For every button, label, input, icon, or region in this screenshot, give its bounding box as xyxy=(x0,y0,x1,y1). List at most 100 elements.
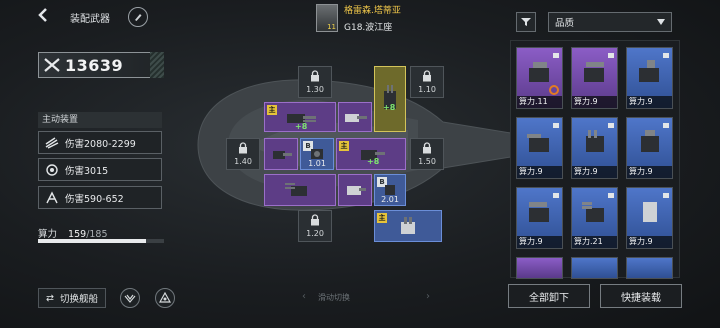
upgrade-plus: +8 xyxy=(383,103,396,112)
page-title: 装配武器 xyxy=(70,13,110,25)
card-label: 算力.9 xyxy=(627,166,672,178)
cannon-icon xyxy=(641,130,659,152)
inventory-card[interactable]: 算力.9 xyxy=(571,47,618,109)
slot-value: 1.50 xyxy=(418,157,436,166)
lock-icon xyxy=(607,120,615,128)
weapon-slot-main-center[interactable]: 主 +8 xyxy=(336,138,406,170)
quality-dropdown[interactable]: 品质 xyxy=(548,12,672,32)
upgrade-badge-icon xyxy=(549,85,559,95)
inventory-card-partial[interactable] xyxy=(516,257,563,279)
filter-icon xyxy=(521,18,531,26)
cannon-icon xyxy=(529,62,549,82)
weapon-slot[interactable] xyxy=(264,174,336,206)
cannon-icon xyxy=(529,202,549,222)
commander-name: 格雷森.塔蒂亚 xyxy=(344,5,401,16)
turret-icon xyxy=(345,114,367,122)
inventory-card-partial[interactable] xyxy=(626,257,673,279)
inventory-card-partial[interactable] xyxy=(571,257,618,279)
drone-icon xyxy=(45,190,59,205)
fleet-mode-button[interactable] xyxy=(155,288,175,308)
inventory-card[interactable]: 算力.9 xyxy=(516,117,563,179)
active-device-1[interactable]: 伤害2080-2299 xyxy=(38,131,162,154)
inventory-card[interactable]: 算力.9 xyxy=(516,187,563,249)
card-label: 算力.9 xyxy=(627,96,672,108)
pencil-icon xyxy=(135,14,142,21)
weapon-slot[interactable] xyxy=(264,138,298,170)
turret-icon xyxy=(273,151,292,159)
gear-icon xyxy=(45,163,59,177)
card-label: 算力.11 xyxy=(517,96,562,108)
ship-mode-button[interactable] xyxy=(120,288,140,308)
inventory-card[interactable]: 算力.11 xyxy=(516,47,563,109)
commander-level: 11 xyxy=(327,22,336,31)
card-label: 算力.9 xyxy=(517,236,562,248)
active-device-3-text: 伤害590-652 xyxy=(65,193,124,205)
card-label: 算力.21 xyxy=(572,236,617,248)
cannon-icon xyxy=(527,134,549,152)
commander-info[interactable]: 11 格雷森.塔蒂亚 G18.波江座 xyxy=(316,0,494,35)
main-tag: 主 xyxy=(339,141,349,151)
active-device-3[interactable]: 伤害590-652 xyxy=(38,186,162,209)
locked-slot[interactable]: 1.20 xyxy=(298,210,332,242)
rename-button[interactable] xyxy=(128,7,148,27)
inventory-card[interactable]: 算力.9 xyxy=(626,47,673,109)
inventory-card[interactable]: 算力.9 xyxy=(571,117,618,179)
header-bar: 装配武器 xyxy=(34,6,148,28)
lock-icon xyxy=(311,70,319,82)
filter-button[interactable] xyxy=(516,12,536,32)
lock-icon xyxy=(662,190,670,198)
inventory-grid: 算力.11 算力.9 算力.9 算力.9 算力.9 算力.9 算力.9 算力.2… xyxy=(510,40,680,279)
card-label: 算力.9 xyxy=(517,166,562,178)
inventory-card[interactable]: 算力.9 xyxy=(626,117,673,179)
slot-value: 1.01 xyxy=(308,159,326,168)
card-label: 算力.9 xyxy=(572,96,617,108)
capacity-bar-fill xyxy=(38,239,147,243)
locked-slot[interactable]: 1.40 xyxy=(226,138,260,170)
switch-ship-label: 切换舰船 xyxy=(59,294,98,305)
back-button[interactable] xyxy=(34,8,52,26)
power-stripe-decor xyxy=(150,52,164,78)
weapon-slot[interactable] xyxy=(338,102,372,132)
lock-icon xyxy=(552,50,560,58)
lock-icon xyxy=(423,70,431,82)
card-label: 算力.9 xyxy=(572,166,617,178)
switch-ship-button[interactable]: ⇄ 切换舰船 xyxy=(38,288,106,308)
weapon-slot-selected[interactable]: +8 xyxy=(374,66,406,132)
cannon-icon xyxy=(586,130,604,152)
commander-location: G18.波江座 xyxy=(344,22,393,33)
lock-icon xyxy=(607,50,615,58)
inventory-card[interactable]: 算力.9 xyxy=(626,187,673,249)
swipe-hint: 滑动切换 xyxy=(318,293,350,302)
cannon-icon xyxy=(639,60,659,82)
weapon-slot-b[interactable]: B 2.01 xyxy=(374,174,406,206)
weapon-slot-b[interactable]: B 1.01 xyxy=(300,138,334,170)
active-device-2-text: 伤害3015 xyxy=(65,165,109,177)
cannon-icon xyxy=(643,202,657,222)
quality-label: 品质 xyxy=(555,18,575,29)
combat-power-value: 13639 xyxy=(65,55,124,75)
unload-all-button[interactable]: 全部卸下 xyxy=(508,284,590,308)
slot-value: 1.20 xyxy=(306,229,324,238)
slot-value: 1.10 xyxy=(418,85,436,94)
card-label: 算力.9 xyxy=(627,236,672,248)
quick-equip-button[interactable]: 快捷装载 xyxy=(600,284,682,308)
lock-icon xyxy=(423,142,431,154)
weapon-slot[interactable] xyxy=(338,174,372,206)
locked-slot[interactable]: 1.10 xyxy=(410,66,444,98)
triangle-icon xyxy=(159,292,171,303)
swap-icon: ⇄ xyxy=(46,292,54,304)
active-device-2[interactable]: 伤害3015 xyxy=(38,158,162,181)
inventory-card[interactable]: 算力.21 xyxy=(571,187,618,249)
lock-icon xyxy=(311,214,319,226)
weapon-slot-main-top[interactable]: 主 +8 xyxy=(264,102,336,132)
capacity-readout: 算力 159/185 xyxy=(38,226,108,240)
combat-power-panel: 13639 xyxy=(38,52,164,78)
weapon-slot-main-bottom[interactable]: 主 xyxy=(374,210,442,242)
locked-slot[interactable]: 1.50 xyxy=(410,138,444,170)
main-tag: 主 xyxy=(267,105,277,115)
commander-portrait: 11 xyxy=(316,3,338,32)
swipe-left-icon: ‹ xyxy=(302,291,306,302)
lock-icon xyxy=(662,120,670,128)
locked-slot[interactable]: 1.30 xyxy=(298,66,332,98)
wings-icon xyxy=(124,294,136,303)
